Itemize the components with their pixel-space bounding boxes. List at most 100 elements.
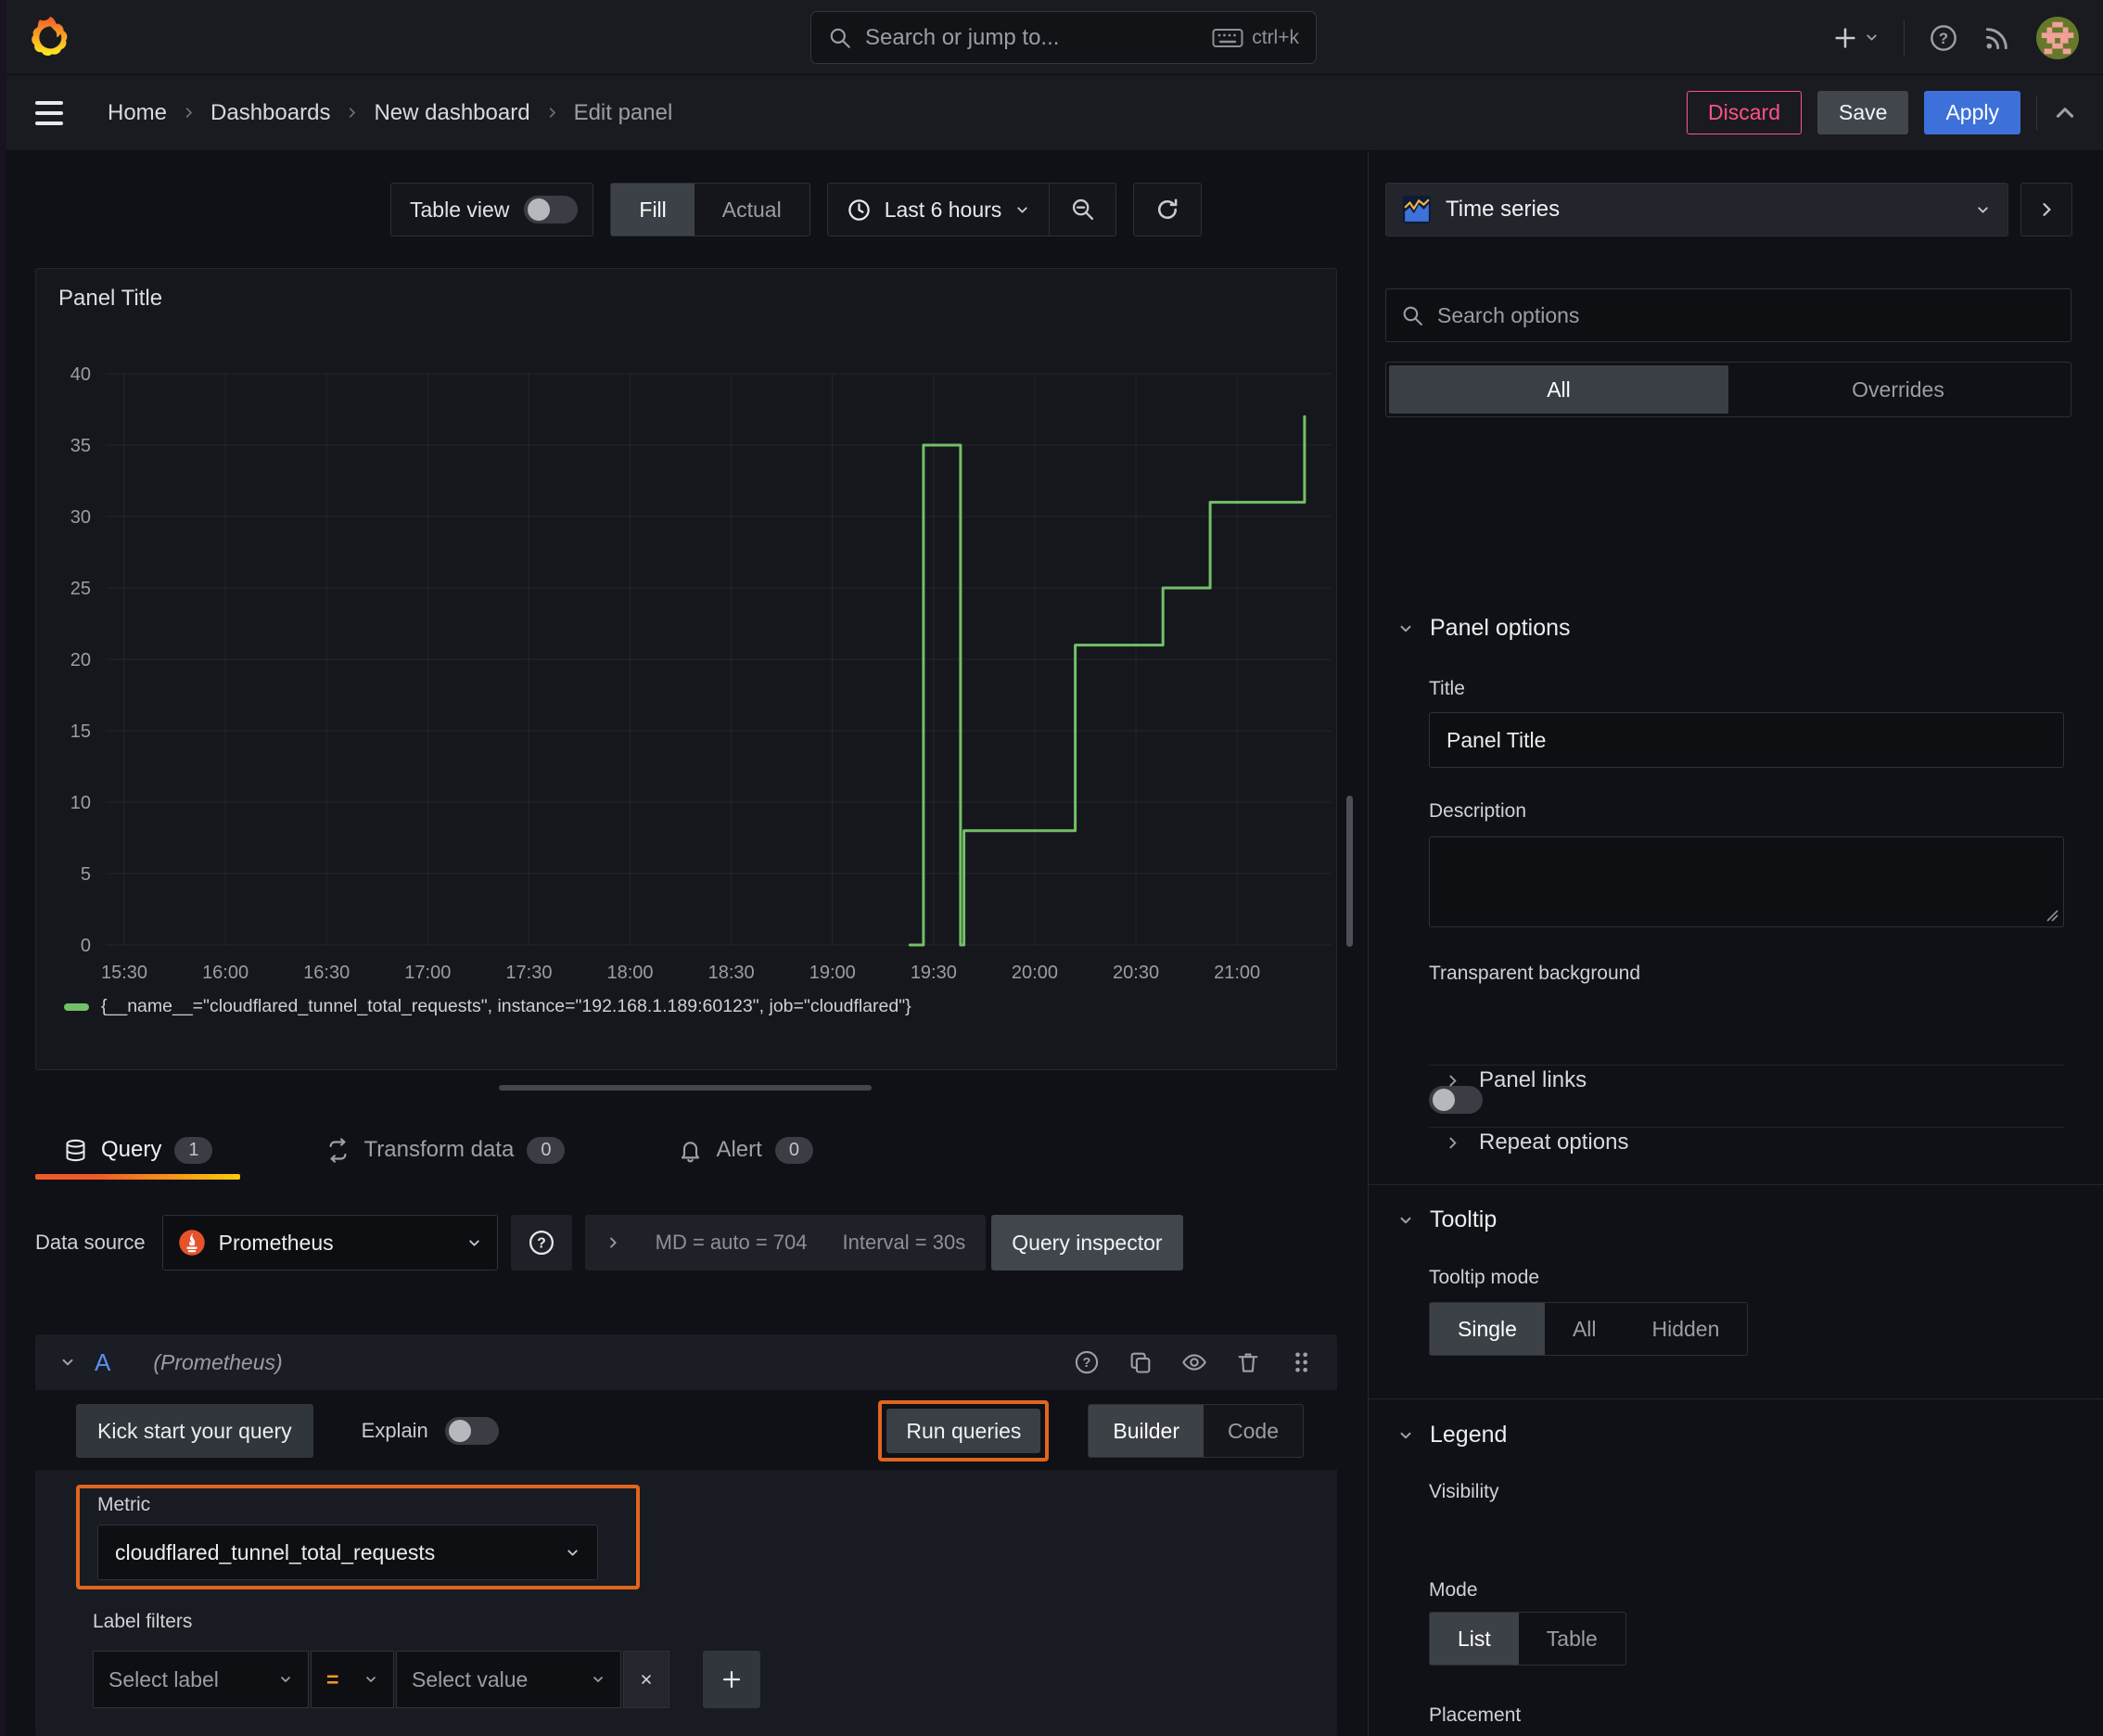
breadcrumb-dashboards[interactable]: Dashboards: [210, 100, 330, 126]
panel-description-textarea[interactable]: [1429, 836, 2064, 927]
actions-divider: [2036, 95, 2037, 131]
svg-text:?: ?: [1083, 1356, 1091, 1371]
add-filter-button[interactable]: [703, 1651, 760, 1708]
chevron-down-icon: [281, 1677, 290, 1682]
section-divider: [1369, 1184, 2103, 1185]
visualization-select[interactable]: Time series: [1385, 183, 2008, 236]
tab-alert[interactable]: Alert 0: [650, 1122, 840, 1178]
screen-left-edge: [0, 0, 6, 1736]
table-view-toggle[interactable]: [524, 196, 579, 223]
filter-tab-all[interactable]: All: [1389, 365, 1728, 414]
news-button[interactable]: [1982, 23, 2012, 53]
tab-transform-data[interactable]: Transform data 0: [298, 1122, 593, 1178]
tooltip-header[interactable]: Tooltip: [1397, 1206, 1497, 1233]
tab-query[interactable]: Query 1: [35, 1122, 241, 1180]
tab-alert-label: Alert: [716, 1137, 762, 1162]
drag-handle-icon[interactable]: [1289, 1349, 1313, 1375]
refresh-button[interactable]: [1133, 183, 1203, 236]
plus-icon: [722, 1670, 741, 1689]
section-divider: [1369, 1398, 2103, 1399]
chevron-down-icon: [593, 1677, 603, 1682]
panel-resize-handle[interactable]: [499, 1085, 872, 1091]
scrollbar-thumb[interactable]: [1346, 796, 1353, 947]
breadcrumb-home[interactable]: Home: [108, 100, 167, 126]
panel-links-row[interactable]: Panel links: [1445, 1067, 1587, 1093]
remove-filter-button[interactable]: [623, 1651, 669, 1708]
options-search-input[interactable]: Search options: [1385, 288, 2071, 342]
global-search-input[interactable]: Search or jump to... ctrl+k: [810, 11, 1317, 64]
repeat-options-row[interactable]: Repeat options: [1445, 1130, 1628, 1155]
explain-toggle[interactable]: [444, 1417, 499, 1445]
help-button[interactable]: ?: [1929, 23, 1958, 53]
operator-dropdown[interactable]: =: [311, 1651, 394, 1708]
query-help-icon[interactable]: ?: [1074, 1349, 1100, 1375]
select-value-dropdown[interactable]: Select value: [396, 1651, 621, 1708]
grafana-edit-panel-screen: Search or jump to... ctrl+k ? Home Dashb…: [0, 0, 2103, 1736]
builder-mode-option[interactable]: Builder: [1089, 1405, 1204, 1457]
help-icon: ?: [1931, 24, 1956, 51]
breadcrumb-new-dashboard[interactable]: New dashboard: [374, 100, 529, 126]
legend-visibility-label: Visibility: [1429, 1481, 1499, 1502]
legend-mode-label: Mode: [1429, 1579, 1478, 1601]
breadcrumb: Home Dashboards New dashboard Edit panel: [108, 100, 672, 126]
kick-start-query-button[interactable]: Kick start your query: [76, 1404, 313, 1458]
query-editor-toolbar: Kick start your query Explain Run querie…: [35, 1400, 1337, 1462]
metric-select[interactable]: cloudflared_tunnel_total_requests: [97, 1525, 598, 1580]
delete-query-icon[interactable]: [1235, 1349, 1261, 1375]
search-icon: [1403, 306, 1422, 326]
add-new-button[interactable]: [1832, 25, 1880, 51]
table-view-label: Table view: [410, 197, 510, 222]
grafana-logo-icon[interactable]: [28, 15, 72, 59]
legend-header[interactable]: Legend: [1397, 1422, 1507, 1449]
duplicate-query-icon[interactable]: [1128, 1349, 1153, 1375]
chart-legend[interactable]: {__name__="cloudflared_tunnel_total_requ…: [64, 996, 911, 1017]
legend-series-label[interactable]: {__name__="cloudflared_tunnel_total_requ…: [101, 996, 911, 1017]
actual-option[interactable]: Actual: [695, 184, 809, 236]
chevron-right-icon: [549, 108, 555, 118]
bell-icon: [682, 1141, 700, 1162]
apply-button[interactable]: Apply: [1924, 91, 2020, 134]
query-a-header[interactable]: A (Prometheus) ?: [35, 1334, 1337, 1390]
time-range-button[interactable]: Last 6 hours: [828, 184, 1050, 236]
query-options-summary[interactable]: MD = auto = 704 Interval = 30s: [584, 1215, 987, 1270]
chevron-down-icon: [1400, 1217, 1411, 1223]
fill-option[interactable]: Fill: [611, 184, 695, 236]
datasource-help-button[interactable]: ?: [510, 1215, 572, 1270]
hide-query-icon[interactable]: [1181, 1349, 1207, 1375]
filter-tab-overrides[interactable]: Overrides: [1728, 365, 2068, 414]
chevron-down-icon[interactable]: [59, 1354, 76, 1371]
resize-corner-icon[interactable]: [2045, 908, 2059, 923]
svg-text:5: 5: [81, 864, 91, 885]
query-inspector-button[interactable]: Query inspector: [991, 1215, 1183, 1270]
tooltip-all-option[interactable]: All: [1545, 1303, 1625, 1355]
collapse-pane-button[interactable]: [2020, 183, 2072, 236]
zoom-out-time-button[interactable]: [1049, 184, 1115, 236]
code-mode-option[interactable]: Code: [1204, 1405, 1303, 1457]
query-ref-id[interactable]: A: [95, 1348, 110, 1377]
discard-button[interactable]: Discard: [1687, 91, 1803, 134]
label-filters-row: Select label = Select value: [93, 1651, 760, 1708]
select-label-dropdown[interactable]: Select label: [93, 1651, 309, 1708]
datasource-select[interactable]: Prometheus: [161, 1215, 498, 1270]
time-range-label: Last 6 hours: [884, 197, 1002, 222]
explain-label: Explain: [361, 1419, 428, 1442]
panel-title-input[interactable]: [1429, 712, 2064, 768]
run-queries-button[interactable]: Run queries: [886, 1409, 1041, 1453]
menu-toggle-button[interactable]: [35, 93, 76, 134]
clock-icon: [848, 198, 870, 221]
time-series-chart[interactable]: 0 5 10 15 20 25 30 35 40 15:30 16:00 16:30 17:00 17:3…: [36, 269, 1338, 1071]
chevron-down-icon: [1017, 206, 1027, 213]
chevron-down-icon: [366, 1677, 376, 1682]
svg-text:?: ?: [537, 1236, 546, 1252]
description-field-label: Description: [1429, 800, 1527, 822]
collapse-header-button[interactable]: [2053, 101, 2077, 125]
user-avatar[interactable]: [2036, 16, 2079, 59]
tooltip-single-option[interactable]: Single: [1430, 1303, 1545, 1355]
svg-text:20:00: 20:00: [1012, 963, 1058, 983]
legend-mode-table[interactable]: Table: [1519, 1613, 1625, 1665]
tooltip-hidden-option[interactable]: Hidden: [1625, 1303, 1748, 1355]
panel-options-header[interactable]: Panel options: [1397, 615, 1571, 642]
database-icon: [66, 1139, 85, 1161]
legend-mode-list[interactable]: List: [1430, 1613, 1519, 1665]
save-button[interactable]: Save: [1817, 91, 1909, 134]
